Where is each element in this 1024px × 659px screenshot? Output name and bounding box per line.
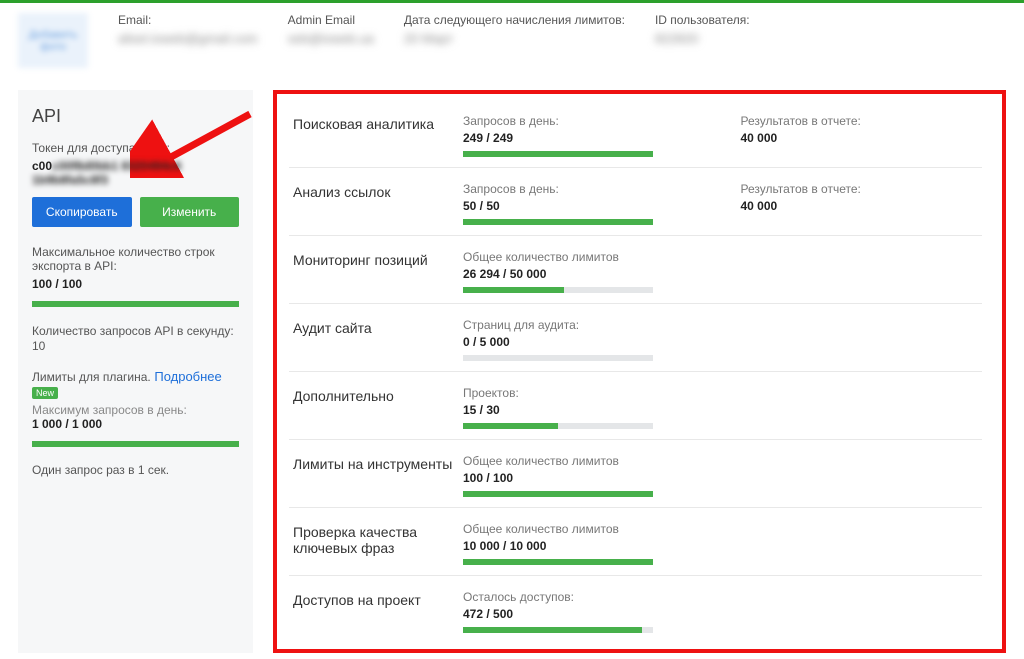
- api-max-rows-bar: [32, 301, 239, 307]
- rate-note: Один запрос раз в 1 сек.: [32, 463, 239, 477]
- limit-metrics: Запросов в день: 50 / 50 Результатов в отч…: [463, 182, 978, 225]
- copy-button[interactable]: Скопировать: [32, 197, 132, 227]
- limit-metrics: Проектов: 15 / 30: [463, 386, 978, 429]
- limit-metrics: Общее количество лимитов 26 294 / 50 000: [463, 250, 978, 293]
- new-badge: New: [32, 387, 58, 399]
- metric-label: Общее количество лимитов: [463, 522, 978, 536]
- metric: Осталось доступов: 472 / 500: [463, 590, 978, 633]
- progress-fill: [463, 491, 653, 497]
- api-rps-value: 10: [32, 339, 45, 353]
- progress-track: [463, 559, 653, 565]
- limit-row: Проверка качества ключевых фраз Общее кол…: [289, 508, 982, 576]
- progress-fill: [463, 151, 653, 157]
- metric-value: 249 / 249: [463, 131, 701, 145]
- next-limits-date-label: Дата следующего начисления лимитов:: [404, 13, 625, 27]
- progress-track: [463, 355, 653, 361]
- api-max-rows-value: 100 / 100: [32, 277, 239, 291]
- metric-label: Общее количество лимитов: [463, 454, 978, 468]
- limit-row: Доступов на проект Осталось доступов: 472 …: [289, 576, 982, 643]
- avatar-text: Добавить фото: [22, 29, 84, 53]
- metric: Результатов в отчете: 40 000: [741, 114, 979, 157]
- metric-label: Результатов в отчете:: [741, 182, 979, 196]
- limit-name: Мониторинг позиций: [293, 250, 453, 268]
- progress-fill: [463, 559, 653, 565]
- metric-value: 26 294 / 50 000: [463, 267, 978, 281]
- email-label: Email:: [118, 13, 258, 27]
- limit-name: Дополнительно: [293, 386, 453, 404]
- metric-value: 50 / 50: [463, 199, 701, 213]
- limit-row: Лимиты на инструменты Общее количество ли…: [289, 440, 982, 508]
- metric-value: 40 000: [741, 131, 979, 145]
- limit-row: Поисковая аналитика Запросов в день: 249 /…: [289, 100, 982, 168]
- metric-label: Проектов:: [463, 386, 978, 400]
- user-id-value: 822820: [655, 31, 750, 46]
- api-panel: API Токен для доступа к API: c00c00f8d0b…: [18, 90, 253, 653]
- limits-panel: Поисковая аналитика Запросов в день: 249 /…: [273, 90, 1006, 653]
- avatar-placeholder[interactable]: Добавить фото: [18, 13, 88, 68]
- limit-metrics: Страниц для аудита: 0 / 5 000: [463, 318, 978, 361]
- limit-row: Анализ ссылок Запросов в день: 50 / 50 Резу…: [289, 168, 982, 236]
- metric-value: 0 / 5 000: [463, 335, 978, 349]
- limit-name: Анализ ссылок: [293, 182, 453, 200]
- metric: Проектов: 15 / 30: [463, 386, 978, 429]
- progress-track: [463, 423, 653, 429]
- progress-track: [463, 491, 653, 497]
- progress-track: [463, 627, 653, 633]
- metric: Общее количество лимитов 100 / 100: [463, 454, 978, 497]
- metric: Страниц для аудита: 0 / 5 000: [463, 318, 978, 361]
- api-max-rows-label: Максимальное количество строк экспорта в…: [32, 245, 239, 273]
- change-button[interactable]: Изменить: [140, 197, 240, 227]
- user-id-label: ID пользователя:: [655, 13, 750, 27]
- limit-row: Мониторинг позиций Общее количество лимит…: [289, 236, 982, 304]
- limit-metrics: Общее количество лимитов 100 / 100: [463, 454, 978, 497]
- limit-row: Аудит сайта Страниц для аудита: 0 / 5 000: [289, 304, 982, 372]
- metric-value: 472 / 500: [463, 607, 978, 621]
- metric: Запросов в день: 50 / 50: [463, 182, 701, 225]
- metric-label: Запросов в день:: [463, 182, 701, 196]
- limit-name: Лимиты на инструменты: [293, 454, 453, 472]
- progress-fill: [463, 423, 558, 429]
- metric-label: Запросов в день:: [463, 114, 701, 128]
- plugin-max-label: Максимум запросов в день:: [32, 403, 239, 417]
- admin-email-value: seb@ioweb.ua: [288, 31, 374, 46]
- metric-value: 40 000: [741, 199, 979, 213]
- metric-value: 10 000 / 10 000: [463, 539, 978, 553]
- limit-metrics: Осталось доступов: 472 / 500: [463, 590, 978, 633]
- limit-metrics: Общее количество лимитов 10 000 / 10 000: [463, 522, 978, 565]
- metric-label: Общее количество лимитов: [463, 250, 978, 264]
- api-rps-label: Количество запросов API в секунду:: [32, 324, 234, 338]
- progress-track: [463, 287, 653, 293]
- metric-label: Страниц для аудита:: [463, 318, 978, 332]
- plugin-max-value: 1 000 / 1 000: [32, 417, 239, 431]
- metric-value: 100 / 100: [463, 471, 978, 485]
- metric-label: Осталось доступов:: [463, 590, 978, 604]
- progress-fill: [463, 219, 653, 225]
- limit-name: Проверка качества ключевых фраз: [293, 522, 453, 556]
- api-token-value: c00c00f8d0bb1 8320494c6 1b9b8fa5c8f3: [32, 159, 239, 187]
- next-limits-date-value: 20 Март: [404, 31, 625, 46]
- limit-name: Поисковая аналитика: [293, 114, 453, 132]
- admin-email-label: Admin Email: [288, 13, 374, 27]
- api-title: API: [32, 106, 239, 127]
- metric: Запросов в день: 249 / 249: [463, 114, 701, 157]
- progress-fill: [463, 287, 564, 293]
- progress-fill: [463, 627, 642, 633]
- api-token-label: Токен для доступа к API:: [32, 141, 239, 155]
- limit-name: Аудит сайта: [293, 318, 453, 336]
- plugin-limits-label: Лимиты для плагина.: [32, 370, 151, 384]
- profile-header: Добавить фото Email: alisel.ioweb@gmail.…: [0, 3, 1024, 90]
- email-value: alisel.ioweb@gmail.com: [118, 31, 258, 46]
- limit-row: Дополнительно Проектов: 15 / 30: [289, 372, 982, 440]
- metric-label: Результатов в отчете:: [741, 114, 979, 128]
- plugin-more-link[interactable]: Подробнее: [154, 369, 221, 384]
- metric: Общее количество лимитов 10 000 / 10 000: [463, 522, 978, 565]
- metric: Результатов в отчете: 40 000: [741, 182, 979, 225]
- limit-name: Доступов на проект: [293, 590, 453, 608]
- metric-value: 15 / 30: [463, 403, 978, 417]
- progress-track: [463, 151, 653, 157]
- metric: Общее количество лимитов 26 294 / 50 000: [463, 250, 978, 293]
- progress-track: [463, 219, 653, 225]
- limit-metrics: Запросов в день: 249 / 249 Результатов в о…: [463, 114, 978, 157]
- plugin-max-bar: [32, 441, 239, 447]
